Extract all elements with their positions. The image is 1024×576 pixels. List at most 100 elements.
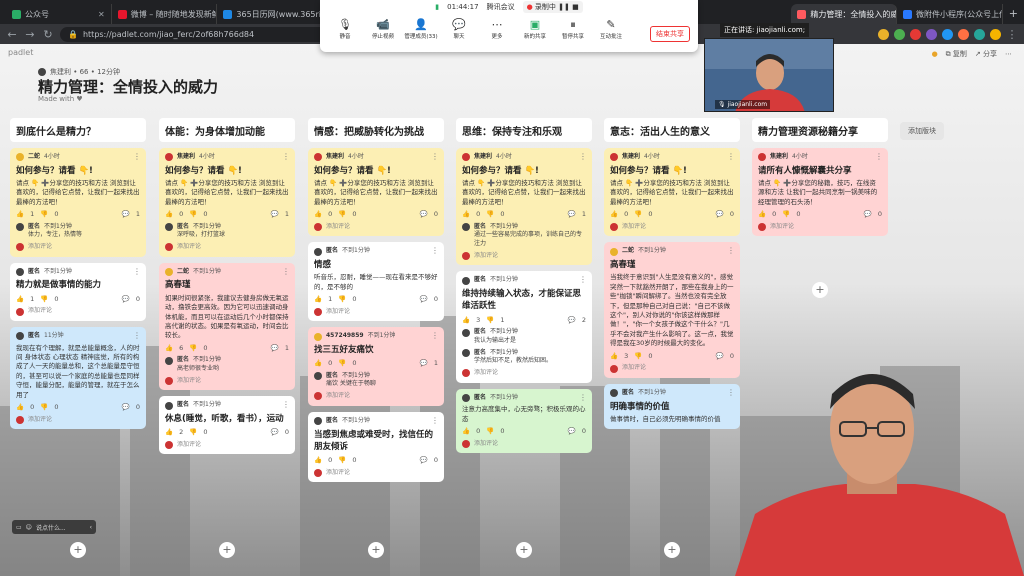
thumbs-down-icon[interactable]: 👎	[782, 210, 790, 219]
add-section-button[interactable]: 添加版块	[900, 122, 944, 140]
annotate-button[interactable]: ✎ 互动批注	[594, 18, 628, 40]
new-share-button[interactable]: ▣ 新的共享	[518, 18, 552, 40]
thumbs-down-icon[interactable]: 👎	[338, 295, 346, 304]
post-menu-icon[interactable]: ⋮	[282, 399, 290, 411]
thumbs-down-icon[interactable]: 👎	[40, 403, 48, 412]
like-icon[interactable]: ●	[932, 50, 938, 58]
post-menu-icon[interactable]: ⋮	[431, 415, 439, 427]
browser-tab[interactable]: 微附件小程序(公众号上传附件)✕	[897, 4, 1003, 24]
add-post-button[interactable]: +	[219, 542, 235, 558]
comment-icon[interactable]: 💬	[420, 210, 428, 219]
pause-share-button[interactable]: ⏸ 暂停共享	[556, 18, 590, 40]
post-menu-icon[interactable]: ⋮	[727, 151, 735, 163]
reload-icon[interactable]: ↻	[42, 28, 54, 41]
participant-video[interactable]: 🎙 jiaojianli.com	[704, 38, 834, 112]
comment-icon[interactable]: 💬	[271, 344, 279, 353]
post-card[interactable]: ⋮ 焦建利 4小时 如何参与？请看 👇! 请点 👇 ➕分享您的技巧和方法 浏览到让…	[308, 148, 444, 237]
chat-input[interactable]: ▭ ☺ 说点什么... ‹	[12, 520, 96, 534]
thumbs-down-icon[interactable]: 👎	[40, 295, 48, 304]
browser-tab-active[interactable]: 精力管理：全情投入的威力✕	[791, 4, 898, 24]
post-menu-icon[interactable]: ⋮	[431, 245, 439, 257]
post-menu-icon[interactable]: ⋮	[579, 392, 587, 404]
thumbs-up-icon[interactable]: 👍	[16, 295, 24, 304]
add-comment-button[interactable]: 添加评论	[16, 243, 140, 252]
post-card[interactable]: ⋮ 二蛇 不到1分钟 高春瑾 当我终于意识到"人生是没有意义的"，感觉突然一下就豁…	[604, 242, 740, 378]
post-menu-icon[interactable]: ⋮	[133, 151, 141, 163]
thumbs-down-icon[interactable]: 👎	[338, 456, 346, 465]
browser-tab[interactable]: 365日历网(www.365rili.com)✕	[217, 4, 324, 24]
post-card[interactable]: ⋮ 焦建利 4小时 请所有人慷慨解囊共分享 请点 👇 ➕分享您的秘籍，技巧，在线资…	[752, 148, 888, 237]
post-menu-icon[interactable]: ⋮	[431, 151, 439, 163]
manage-members-button[interactable]: 👤 管理成员(33)	[404, 18, 438, 40]
thumbs-up-icon[interactable]: 👍	[16, 210, 24, 219]
thumbs-down-icon[interactable]: 👎	[486, 427, 494, 436]
add-comment-button[interactable]: 添加评论	[314, 308, 438, 317]
thumbs-down-icon[interactable]: 👎	[338, 359, 346, 368]
extension-icon[interactable]	[910, 28, 921, 40]
post-menu-icon[interactable]: ⋮	[875, 151, 883, 163]
tab-close-icon[interactable]: ✕	[98, 10, 105, 19]
post-card[interactable]: ⋮ 焦建利 4小时 如何参与？请看 👇! 请点 👇 ➕分享您的技巧和方法 浏览到让…	[159, 148, 295, 257]
new-tab-icon[interactable]: +	[1003, 7, 1024, 24]
extension-icon[interactable]	[894, 28, 905, 40]
browser-tab[interactable]: 微博 – 随时随地发现新鲜事✕	[112, 4, 218, 24]
end-share-button[interactable]: 结束共享	[650, 26, 690, 42]
thumbs-up-icon[interactable]: 👍	[314, 359, 322, 368]
thumbs-down-icon[interactable]: 👎	[634, 210, 642, 219]
add-comment-button[interactable]: 添加评论	[314, 392, 438, 401]
add-comment-button[interactable]: 添加评论	[462, 440, 586, 449]
add-comment-button[interactable]: 添加评论	[165, 441, 289, 450]
comment-icon[interactable]: 💬	[122, 210, 130, 219]
add-post-button[interactable]: +	[664, 542, 680, 558]
extension-icon[interactable]	[926, 28, 937, 40]
add-post-button[interactable]: +	[70, 542, 86, 558]
padlet-logo[interactable]: padlet	[8, 48, 33, 57]
post-menu-icon[interactable]: ⋮	[431, 330, 439, 342]
post-menu-icon[interactable]: ⋮	[727, 245, 735, 257]
more-icon[interactable]: ⋯	[1005, 50, 1012, 58]
post-menu-icon[interactable]: ⋮	[133, 266, 141, 278]
post-card[interactable]: ⋮ 匿名 不到1分钟 精力就是做事情的能力 👍 1 👎 0 💬 0 添加评论	[10, 262, 146, 321]
add-post-button[interactable]: +	[516, 542, 532, 558]
post-menu-icon[interactable]: ⋮	[282, 151, 290, 163]
add-comment-button[interactable]: 添加评论	[16, 416, 140, 425]
post-menu-icon[interactable]: ⋮	[727, 387, 735, 399]
comment-icon[interactable]: 💬	[568, 316, 576, 325]
add-comment-button[interactable]: 添加评论	[314, 223, 438, 232]
add-post-button[interactable]: +	[368, 542, 384, 558]
post-card[interactable]: ⋮ 匿名 11分钟 我现在有个理解，就是总能量概念，人的时间 身体状态 心理状态 …	[10, 326, 146, 430]
thumbs-down-icon[interactable]: 👎	[338, 210, 346, 219]
post-card[interactable]: ⋮ 焦建利 4小时 如何参与？请看 👇! 请点 👇 ➕分享您的技巧和方法 浏览到让…	[604, 148, 740, 237]
comment-icon[interactable]: 💬	[568, 427, 576, 436]
more-button[interactable]: ⋯ 更多	[480, 18, 514, 40]
extension-icon[interactable]	[942, 28, 953, 40]
comment-icon[interactable]: 💬	[271, 428, 279, 437]
comment-icon[interactable]: 💬	[864, 210, 872, 219]
chat-button[interactable]: 💬 聊天	[442, 18, 476, 40]
post-card[interactable]: ⋮ 匿名 不到1分钟 明确事情的价值 做事情时，自己必须先明确事情的价值	[604, 383, 740, 430]
thumbs-up-icon[interactable]: 👍	[610, 352, 618, 361]
thumbs-up-icon[interactable]: 👍	[314, 456, 322, 465]
post-menu-icon[interactable]: ⋮	[133, 330, 141, 342]
share-button[interactable]: ↗ 分享	[975, 49, 997, 59]
add-comment-button[interactable]: 添加评论	[314, 469, 438, 478]
comment-icon[interactable]: 💬	[271, 210, 279, 219]
post-card[interactable]: ⋮ 457249859 不到1分钟 找三五好友痛饮 👍 0 👎 0 💬 1 匿名 不到1分钟 …	[308, 327, 444, 406]
recording-indicator[interactable]: ● 录制中 ❚❚ ■	[522, 1, 583, 13]
post-card[interactable]: ⋮ 二蛇 4小时 如何参与？请看 👇! 请点 👇 ➕分享您的技巧和方法 浏览到让喜…	[10, 148, 146, 257]
mute-button[interactable]: 🎙 静音	[328, 18, 362, 40]
thumbs-down-icon[interactable]: 👎	[189, 210, 197, 219]
extension-icon[interactable]	[974, 28, 985, 40]
browser-tab[interactable]: 公众号 ✕	[6, 4, 112, 24]
add-comment-button[interactable]: 添加评论	[165, 243, 289, 252]
post-card[interactable]: ⋮ 匿名 不到1分钟 情感 听音乐，忍耐，睡觉——现在看来是不够好的，是不够的 👍…	[308, 242, 444, 322]
add-comment-button[interactable]: 添加评论	[610, 364, 734, 373]
post-card[interactable]: ⋮ 匿名 不到1分钟 维持持续输入状态，才能保证思维活跃性 👍 3 👎 1 💬 2 匿名 不到…	[456, 271, 592, 383]
profile-avatar[interactable]	[990, 28, 1001, 40]
back-icon[interactable]: ←	[6, 28, 18, 41]
thumbs-up-icon[interactable]: 👍	[610, 210, 618, 219]
comment-icon[interactable]: 💬	[420, 456, 428, 465]
extension-icon[interactable]	[878, 28, 889, 40]
thumbs-up-icon[interactable]: 👍	[314, 295, 322, 304]
thumbs-down-icon[interactable]: 👎	[189, 428, 197, 437]
